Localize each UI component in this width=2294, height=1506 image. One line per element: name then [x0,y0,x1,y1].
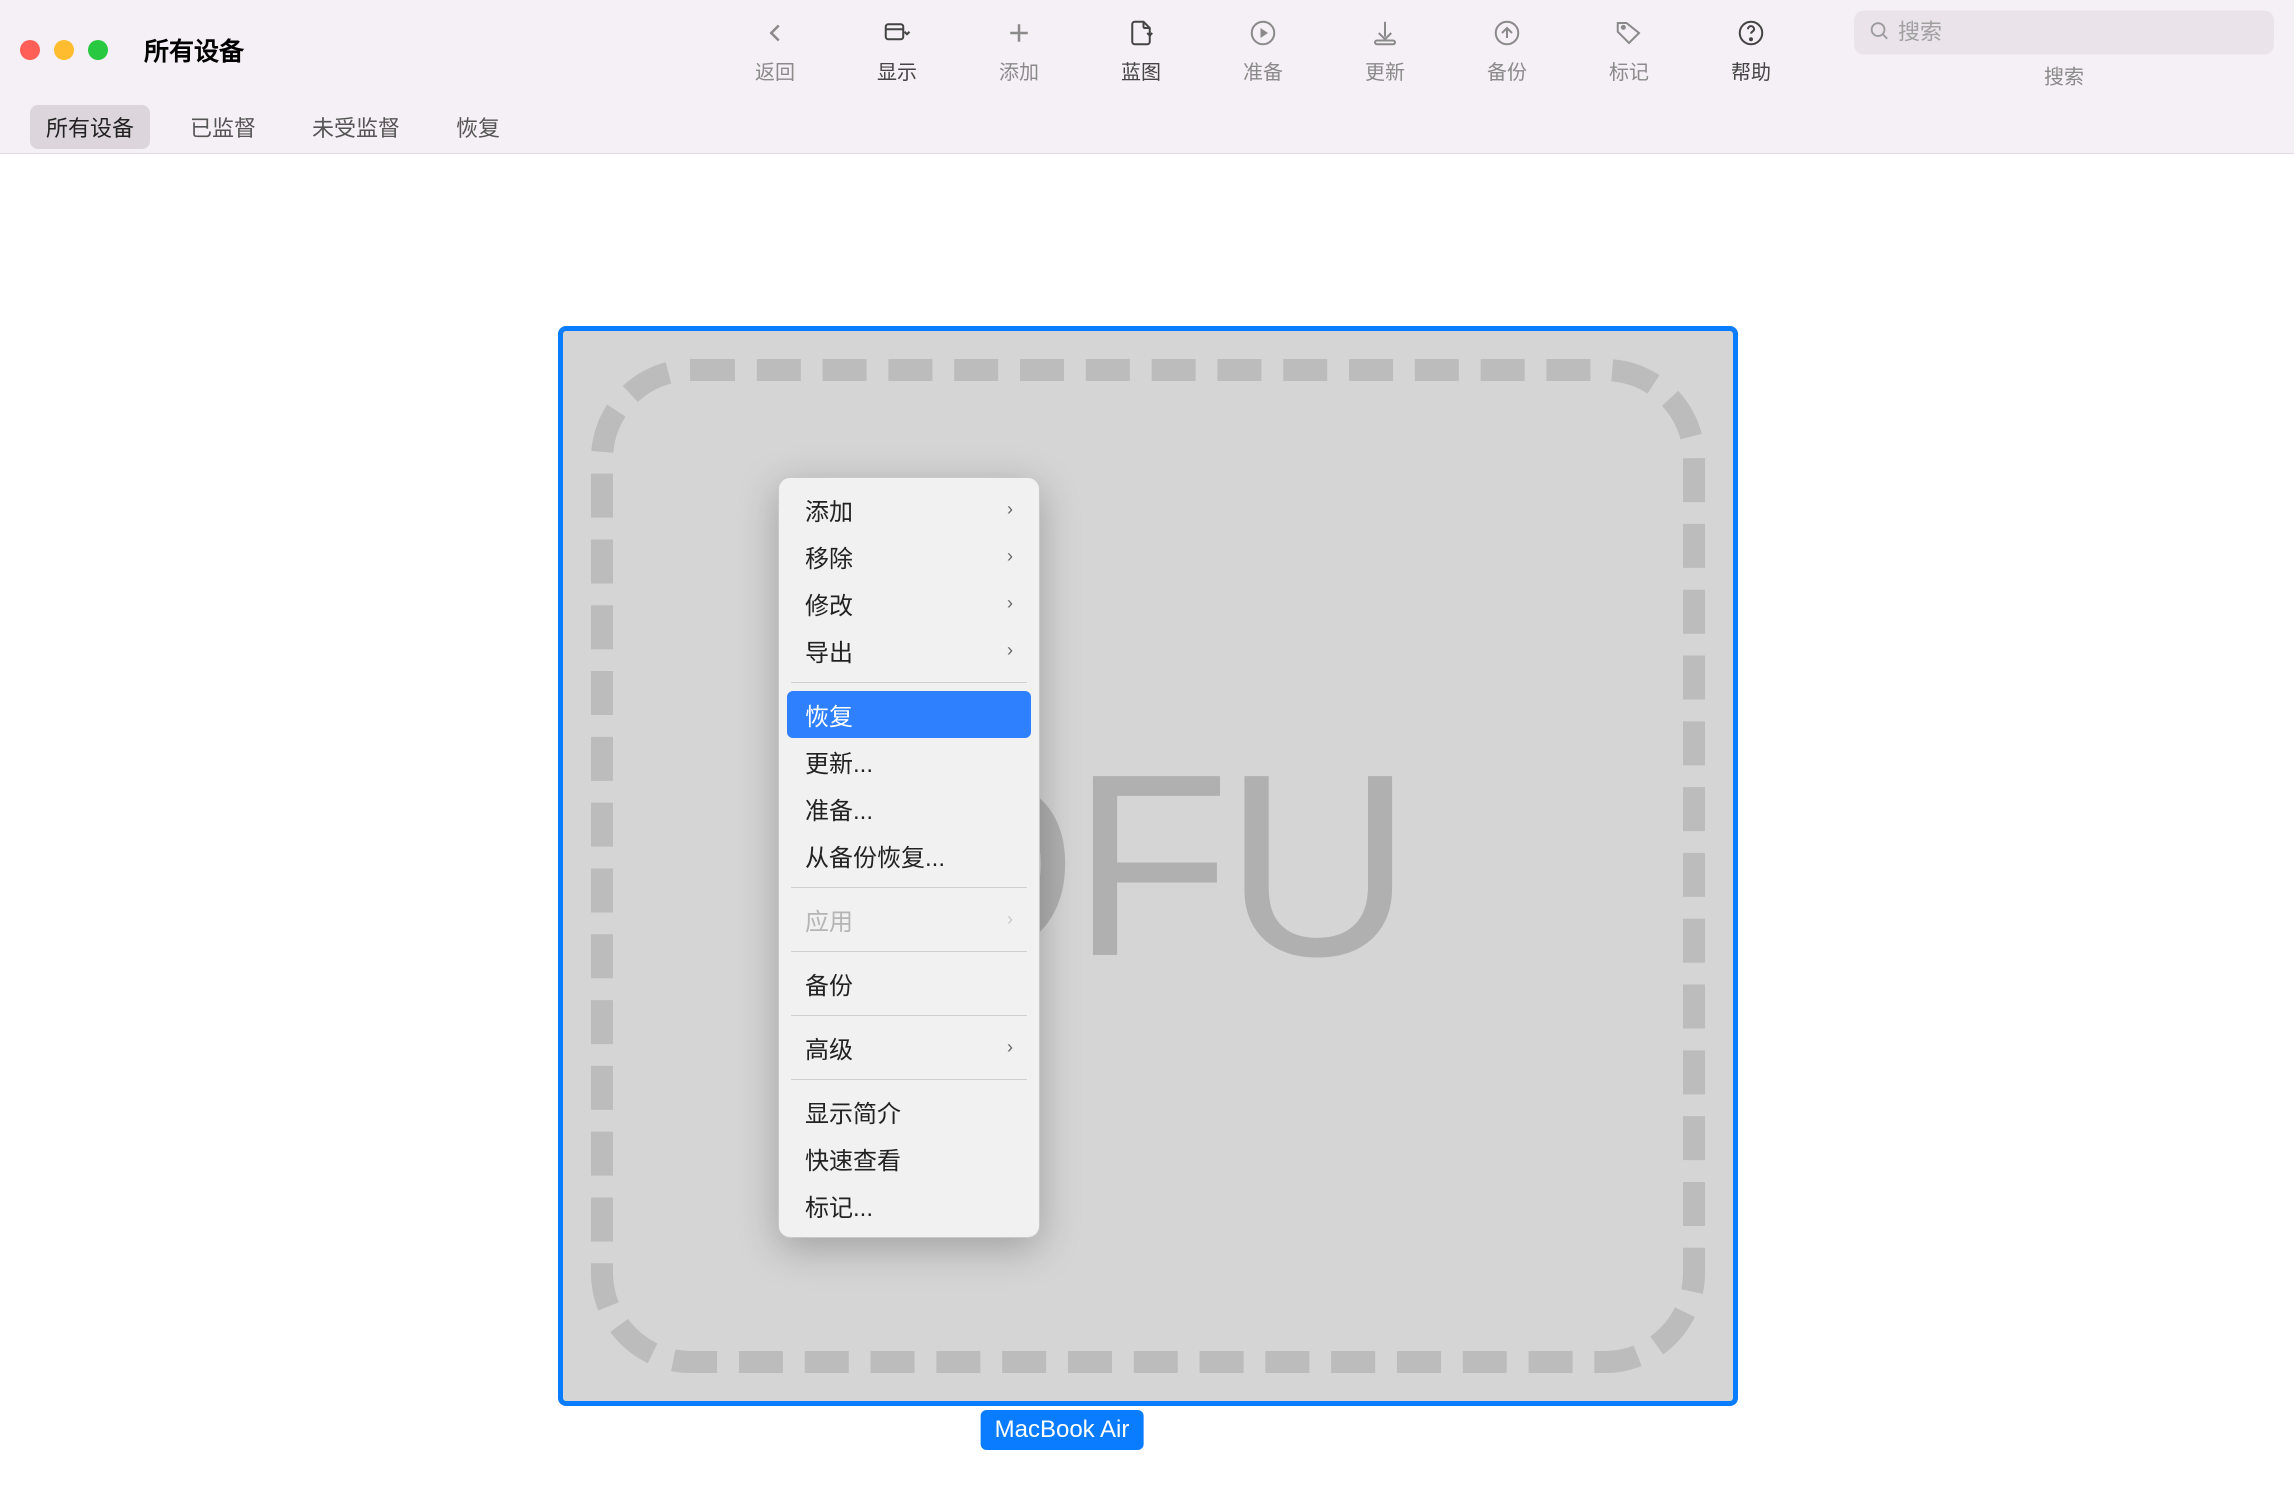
zoom-window-button[interactable] [88,40,108,60]
chevron-left-icon [760,16,790,50]
toolbar-help-label: 帮助 [1731,56,1771,85]
chevron-right-icon: › [1007,1037,1013,1058]
toolbar-add[interactable]: 添加 [994,16,1044,85]
window-dropdown-icon [882,16,912,50]
menu-item-backup[interactable]: 备份 [787,960,1031,1007]
context-menu: 添加 › 移除 › 修改 › 导出 › 恢复 更新... 准备... 从备份恢复… [778,477,1040,1238]
menu-item-quick-look-label: 快速查看 [805,1141,901,1176]
search-label: 搜索 [2044,61,2084,90]
menu-separator [791,682,1027,683]
toolbar-display[interactable]: 显示 [872,16,922,85]
search-box[interactable] [1854,11,2274,55]
menu-separator [791,887,1027,888]
search-area: 搜索 [1854,11,2274,90]
menu-item-update-label: 更新... [805,744,873,779]
menu-item-apps: 应用 › [787,896,1031,943]
titlebar: 所有设备 返回 显示 添加 蓝图 [0,0,2294,100]
menu-item-remove[interactable]: 移除 › [787,533,1031,580]
toolbar: 返回 显示 添加 蓝图 准备 [750,0,1776,100]
menu-item-get-info[interactable]: 显示简介 [787,1088,1031,1135]
menu-item-advanced-label: 高级 [805,1030,853,1065]
menu-item-update[interactable]: 更新... [787,738,1031,785]
device-card[interactable]: DFU [558,326,1738,1406]
minimize-window-button[interactable] [54,40,74,60]
filter-tabbar: 所有设备 已监督 未受监督 恢复 [0,100,2294,154]
toolbar-back[interactable]: 返回 [750,16,800,85]
menu-item-quick-look[interactable]: 快速查看 [787,1135,1031,1182]
chevron-right-icon: › [1007,909,1013,930]
toolbar-prepare[interactable]: 准备 [1238,16,1288,85]
menu-item-apps-label: 应用 [805,902,853,937]
tab-all-devices[interactable]: 所有设备 [30,105,150,149]
menu-item-restore-from-backup-label: 从备份恢复... [805,838,945,873]
search-input[interactable] [1898,20,2260,46]
menu-separator [791,1079,1027,1080]
chevron-right-icon: › [1007,593,1013,614]
menu-item-tags[interactable]: 标记... [787,1182,1031,1229]
download-icon [1370,16,1400,50]
menu-item-modify[interactable]: 修改 › [787,580,1031,627]
tag-icon [1614,16,1644,50]
plus-icon [1004,16,1034,50]
window-controls [20,40,108,60]
tab-supervised[interactable]: 已监督 [174,105,272,149]
menu-item-restore-from-backup[interactable]: 从备份恢复... [787,832,1031,879]
menu-item-prepare[interactable]: 准备... [787,785,1031,832]
menu-separator [791,951,1027,952]
toolbar-tag-label: 标记 [1609,56,1649,85]
content-area: DFU MacBook Air 添加 › 移除 › 修改 › 导出 › 恢复 更… [0,154,2294,1506]
menu-item-modify-label: 修改 [805,586,853,621]
toolbar-update-label: 更新 [1365,56,1405,85]
device-name-label: MacBook Air [981,1410,1144,1450]
close-window-button[interactable] [20,40,40,60]
menu-item-backup-label: 备份 [805,966,853,1001]
chevron-right-icon: › [1007,499,1013,520]
menu-item-restore[interactable]: 恢复 [787,691,1031,738]
chevron-right-icon: › [1007,546,1013,567]
toolbar-tag[interactable]: 标记 [1604,16,1654,85]
menu-item-export-label: 导出 [805,633,853,668]
menu-item-prepare-label: 准备... [805,791,873,826]
help-icon [1736,16,1766,50]
menu-separator [791,1015,1027,1016]
toolbar-add-label: 添加 [999,56,1039,85]
toolbar-blueprint[interactable]: 蓝图 [1116,16,1166,85]
toolbar-backup[interactable]: 备份 [1482,16,1532,85]
tab-recovery[interactable]: 恢复 [440,105,516,149]
menu-item-add[interactable]: 添加 › [787,486,1031,533]
chevron-right-icon: › [1007,640,1013,661]
window-title: 所有设备 [144,32,244,68]
toolbar-back-label: 返回 [755,56,795,85]
toolbar-blueprint-label: 蓝图 [1121,56,1161,85]
toolbar-help[interactable]: 帮助 [1726,16,1776,85]
menu-item-get-info-label: 显示简介 [805,1094,901,1129]
toolbar-prepare-label: 准备 [1243,56,1283,85]
menu-item-restore-label: 恢复 [805,697,853,732]
menu-item-add-label: 添加 [805,492,853,527]
toolbar-display-label: 显示 [877,56,917,85]
blueprint-icon [1126,16,1156,50]
play-circle-icon [1248,16,1278,50]
menu-item-advanced[interactable]: 高级 › [787,1024,1031,1071]
toolbar-backup-label: 备份 [1487,56,1527,85]
menu-item-tags-label: 标记... [805,1188,873,1223]
tab-unsupervised[interactable]: 未受监督 [296,105,416,149]
upload-circle-icon [1492,16,1522,50]
menu-item-remove-label: 移除 [805,539,853,574]
toolbar-update[interactable]: 更新 [1360,16,1410,85]
search-icon [1868,19,1890,46]
menu-item-export[interactable]: 导出 › [787,627,1031,674]
